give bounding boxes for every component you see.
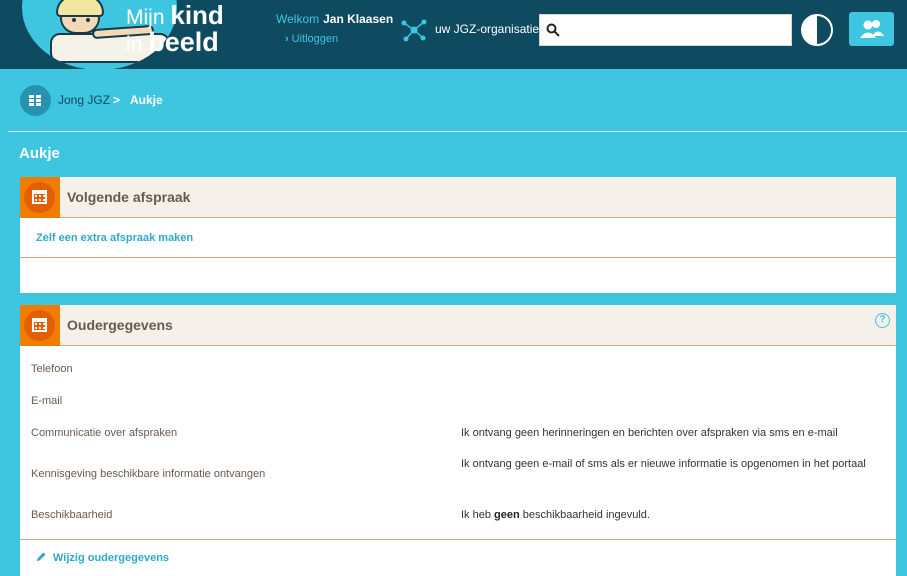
breadcrumb-home-button[interactable]: [20, 85, 51, 116]
logo-word: kind: [170, 0, 224, 30]
users-icon: [860, 20, 884, 38]
logo-kid-eye: [72, 18, 76, 22]
field-label-availability: Beschikbaarheid: [31, 509, 113, 521]
search-input[interactable]: [566, 19, 786, 41]
availability-text: Ik heb: [461, 509, 495, 521]
edit-link-label: Wijzig oudergegevens: [53, 552, 170, 564]
help-icon[interactable]: ?: [875, 313, 890, 328]
field-value-communication: Ik ontvang geen herinneringen en bericht…: [461, 427, 838, 439]
edit-parent-details-link[interactable]: Wijzig oudergegevens: [36, 551, 169, 564]
parent-details-panel: Oudergegevens ? Telefoon E-mail Communic…: [20, 305, 896, 576]
user-name: Jan Klaasen: [323, 12, 394, 26]
calendar-icon: [32, 318, 47, 332]
field-label-email: E-mail: [31, 395, 63, 407]
panel-header: Volgende afspraak: [20, 177, 896, 218]
search-box[interactable]: [539, 14, 792, 46]
logo-word: beeld: [148, 27, 219, 57]
contrast-icon: [817, 16, 831, 44]
logo-word: Mijn: [126, 6, 165, 29]
calendar-icon: [32, 190, 47, 204]
grid-icon: [29, 95, 42, 106]
breadcrumb-item[interactable]: Jong JGZ: [58, 93, 110, 107]
field-value-availability: Ik heb geen beschikbaarheid ingevuld.: [461, 506, 881, 525]
panel-icon: [20, 305, 60, 346]
divider: [8, 131, 907, 132]
network-icon[interactable]: [400, 17, 428, 43]
availability-text: beschikbaarheid ingevuld.: [519, 509, 650, 521]
make-appointment-link[interactable]: Zelf een extra afspraak maken: [36, 232, 193, 244]
organisations-link[interactable]: uw JGZ-organisaties: [435, 22, 545, 36]
welcome-label: Welkom: [276, 12, 320, 26]
field-label-notification: Kennisgeving beschikbare informatie ontv…: [31, 468, 266, 480]
next-appointment-panel: Volgende afspraak Zelf een extra afspraa…: [20, 177, 896, 293]
contrast-toggle-button[interactable]: [801, 14, 833, 46]
breadcrumb-separator: >: [113, 93, 121, 107]
panel-title: Oudergegevens: [67, 317, 173, 333]
pencil-icon: [37, 552, 46, 561]
logo-kid-eye: [86, 18, 90, 22]
panel-header: Oudergegevens ?: [20, 305, 896, 346]
page-title: Aukje: [19, 145, 60, 162]
panel-icon: [20, 177, 60, 218]
field-label-communication: Communicatie over afspraken: [31, 427, 178, 439]
welcome-text: Welkom Jan Klaasen: [276, 12, 393, 26]
field-value-notification: Ik ontvang geen e-mail of sms als er nie…: [461, 458, 866, 470]
logout-link[interactable]: › Uitloggen: [285, 33, 338, 45]
divider: [20, 257, 896, 258]
search-icon[interactable]: [546, 23, 560, 37]
chevron-right-icon: ›: [285, 33, 289, 45]
divider: [20, 539, 896, 540]
breadcrumb-item-current: Aukje: [130, 93, 163, 107]
logo-word: in: [126, 33, 143, 56]
logout-label: Uitloggen: [291, 33, 339, 45]
users-button[interactable]: [849, 12, 894, 46]
logo-wordmark[interactable]: Mijn kind in beeld: [126, 0, 224, 57]
panel-title: Volgende afspraak: [67, 189, 191, 205]
logo-kid-hair: [56, 0, 104, 17]
top-header: Mijn kind in beeld Welkom Jan Klaasen › Ui…: [0, 0, 907, 70]
availability-emphasis: geen: [494, 509, 520, 521]
field-label-phone: Telefoon: [31, 363, 73, 375]
